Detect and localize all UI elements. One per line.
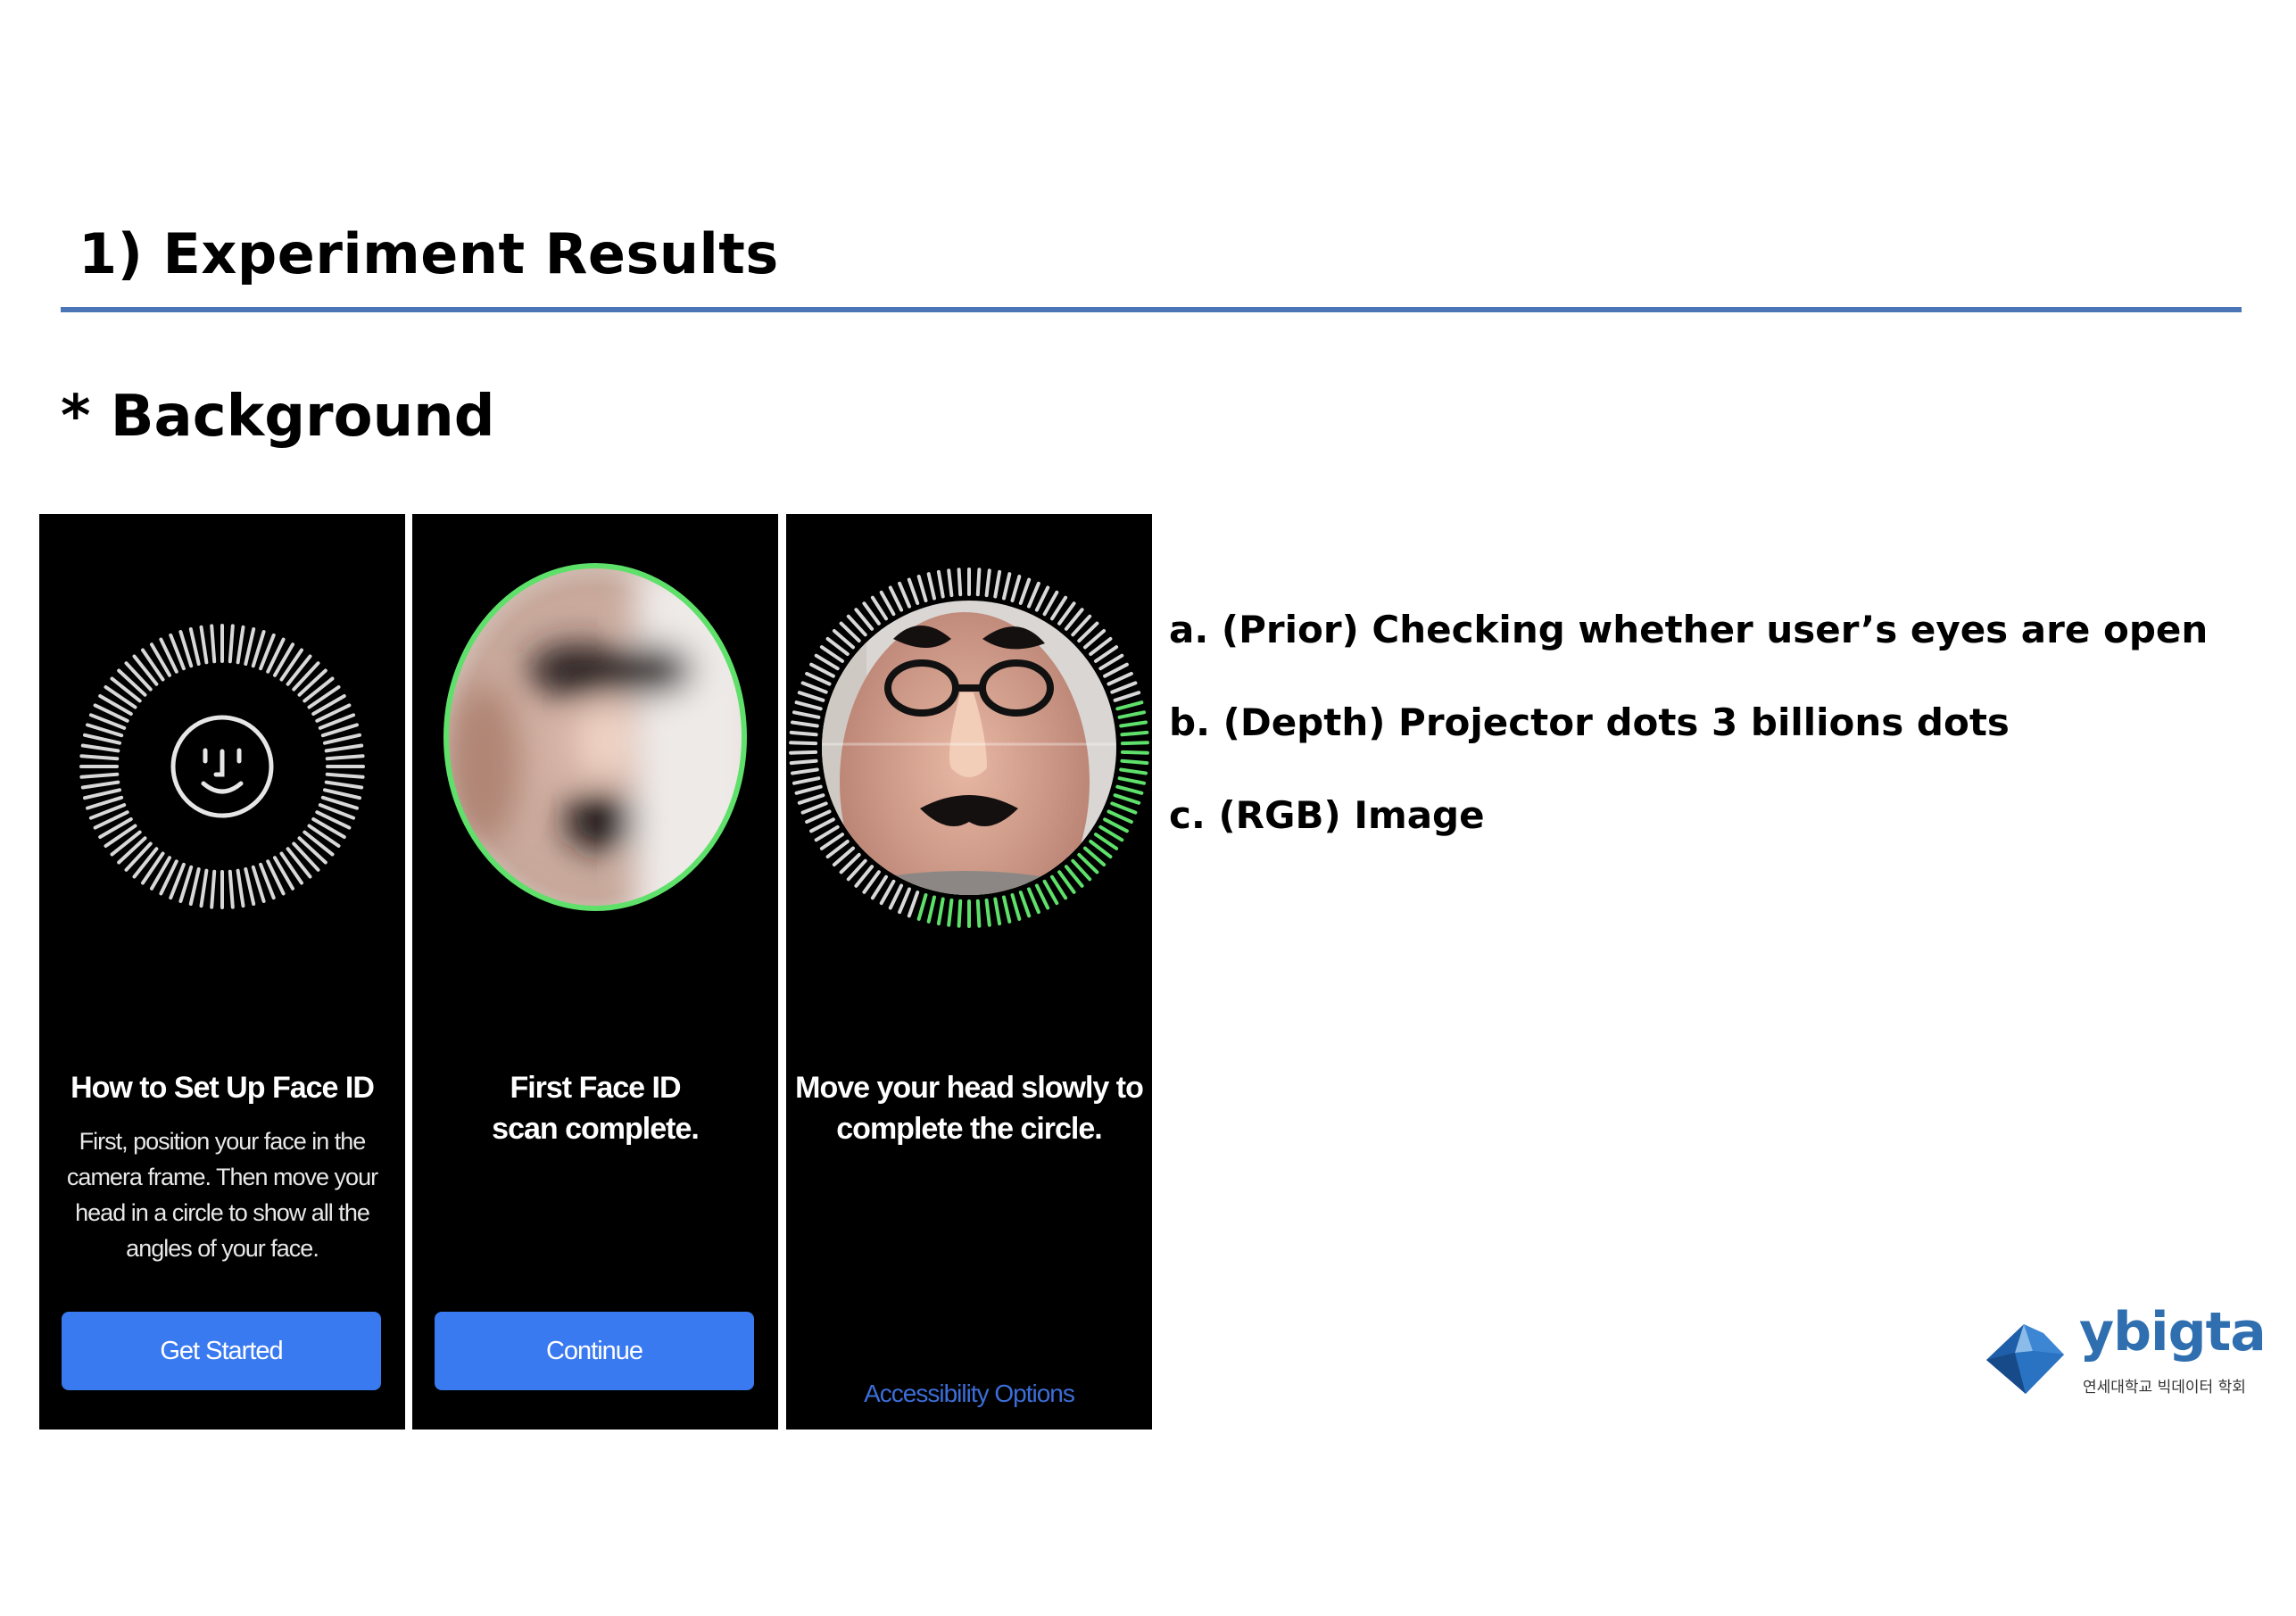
scan-title-line2: scan complete. (492, 1112, 700, 1146)
bullet-prior: a. (Prior) Checking whether user’s eyes … (1169, 608, 2209, 651)
get-started-button[interactable]: Get Started (62, 1312, 381, 1390)
slide-title: 1) Experiment Results (79, 221, 779, 286)
setup-title: How to Set Up Face ID (70, 1071, 375, 1105)
setup-instructions: First, position your face in the camera … (66, 1128, 378, 1262)
face-id-ring-illustration (79, 624, 365, 909)
move-title-line2: complete the circle. (836, 1112, 1102, 1146)
phone-screen-first-scan: First Face ID scan complete. Continue (412, 514, 778, 1430)
move-title-line1: Move your head slowly to (795, 1071, 1144, 1105)
scan-title-line1: First Face ID (510, 1071, 681, 1105)
continue-button[interactable]: Continue (435, 1312, 754, 1390)
bullet-rgb: c. (RGB) Image (1169, 793, 1485, 837)
ybigta-logo: ybigta 연세대학교 빅데이터 학회 (1979, 1301, 2267, 1406)
logo-subtitle: 연세대학교 빅데이터 학회 (2083, 1379, 2246, 1396)
logo-wordmark: ybigta (2079, 1301, 2267, 1363)
blurred-face-scan (443, 563, 747, 911)
title-rule (61, 307, 2242, 312)
section-heading: * Background (61, 384, 495, 450)
phone-screen-move-head: Move your head slowly to complete the ci… (786, 514, 1152, 1430)
accessibility-options-link[interactable]: Accessibility Options (786, 1380, 1152, 1408)
bullet-depth: b. (Depth) Projector dots 3 billions dot… (1169, 700, 2010, 744)
ybigta-logo-icon (1986, 1324, 2064, 1394)
bullet-list: a. (Prior) Checking whether user’s eyes … (1169, 605, 2208, 883)
face-scan-progress (789, 568, 1149, 928)
phone-screen-setup: How to Set Up Face ID First, position yo… (39, 514, 405, 1430)
face-icon (170, 715, 274, 818)
